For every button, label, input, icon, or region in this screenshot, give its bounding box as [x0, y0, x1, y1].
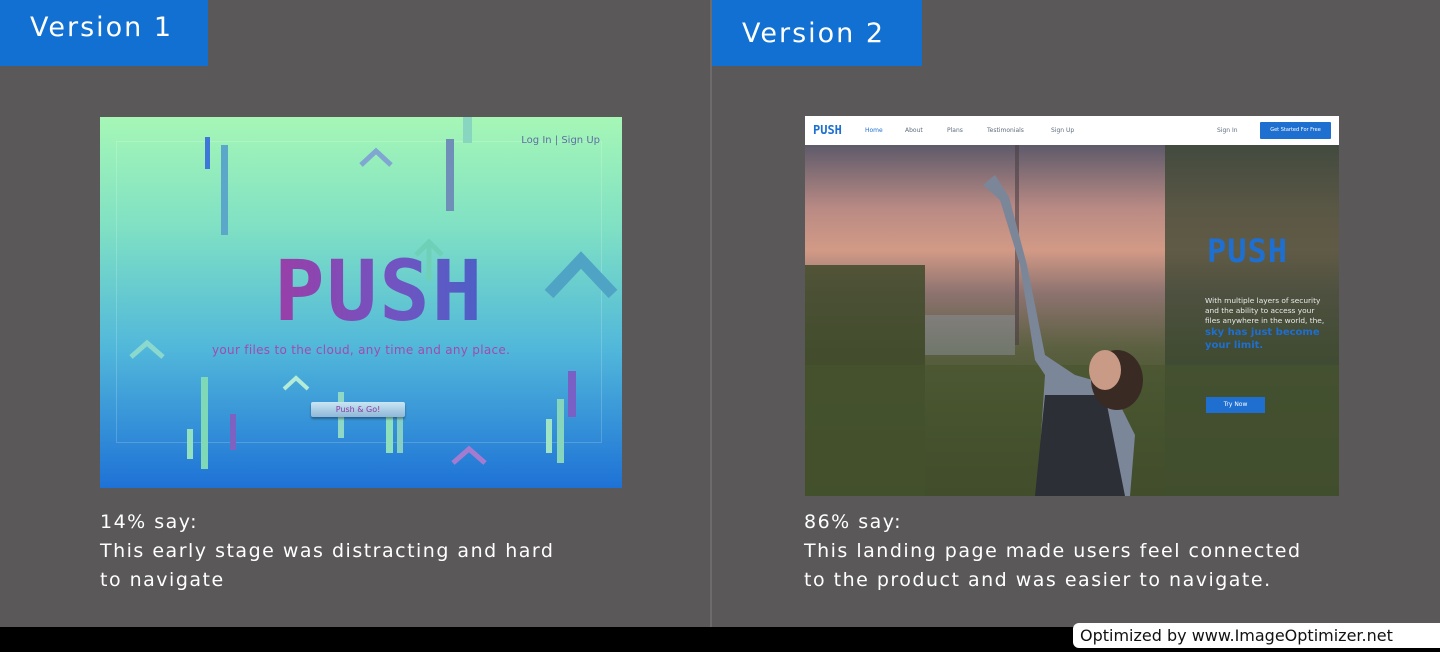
version-2-screenshot: PUSH Home About Plans Testimonials Sign …: [805, 116, 1339, 496]
hero-highlight-text: sky has just become your limit.: [1205, 327, 1320, 351]
nav-plans[interactable]: Plans: [947, 127, 963, 134]
version-1-panel: Version 1 Log In | Sign Up PUSH your fil…: [0, 0, 710, 627]
tagline: your files to the cloud, any time and an…: [212, 343, 511, 357]
top-nav: PUSH Home About Plans Testimonials Sign …: [805, 116, 1339, 145]
hero-body-text: With multiple layers of security and the…: [1205, 296, 1325, 325]
caption-line: This early stage was distracting and har…: [100, 540, 555, 562]
caption-line: to navigate: [100, 569, 225, 591]
push-and-go-button[interactable]: Push & Go!: [311, 402, 405, 417]
nav-sign-up[interactable]: Sign Up: [1051, 127, 1074, 134]
chevron-up-icon: [129, 339, 165, 359]
caption-line: This landing page made users feel connec…: [804, 540, 1302, 562]
chevron-up-icon: [359, 147, 393, 167]
caption-line: to the product and was easier to navigat…: [804, 569, 1272, 591]
version-1-screenshot: Log In | Sign Up PUSH your files to the …: [100, 117, 622, 488]
decorative-bar: [230, 414, 236, 450]
login-signup-link[interactable]: Log In | Sign Up: [521, 135, 600, 146]
decorative-bar: [463, 117, 472, 143]
watermark: Optimized by www.ImageOptimizer.net: [1073, 623, 1440, 648]
version-2-caption: 86% say: This landing page made users fe…: [804, 508, 1302, 595]
decorative-bar: [187, 429, 193, 459]
nav-logo[interactable]: PUSH: [813, 123, 842, 137]
caption-stat: 14% say:: [100, 511, 199, 533]
nav-testimonials[interactable]: Testimonials: [987, 127, 1024, 134]
chevron-up-icon: [544, 251, 618, 299]
nav-home[interactable]: Home: [865, 127, 883, 134]
try-now-button[interactable]: Try Now: [1206, 397, 1265, 413]
hero-copy: With multiple layers of security and the…: [1205, 296, 1327, 352]
decorative-bar: [568, 371, 576, 417]
decorative-bar: [205, 137, 210, 169]
decorative-bar: [546, 419, 552, 453]
chevron-up-icon: [451, 445, 487, 465]
version-1-label: Version 1: [0, 0, 208, 66]
decorative-bar: [557, 399, 564, 463]
chevron-up-icon: [282, 375, 310, 391]
decorative-bar: [446, 139, 454, 211]
push-logo: PUSH: [274, 242, 485, 340]
sign-in-link[interactable]: Sign In: [1217, 127, 1238, 134]
caption-stat: 86% say:: [804, 511, 903, 533]
version-1-caption: 14% say: This early stage was distractin…: [100, 508, 554, 595]
version-2-label: Version 2: [712, 0, 922, 66]
decorative-bar: [221, 145, 228, 235]
decorative-bar: [397, 413, 403, 453]
decorative-bar: [201, 377, 208, 469]
hero-push-logo: PUSH: [1207, 232, 1289, 270]
get-started-button[interactable]: Get Started For Free: [1260, 122, 1331, 139]
nav-about[interactable]: About: [905, 127, 923, 134]
